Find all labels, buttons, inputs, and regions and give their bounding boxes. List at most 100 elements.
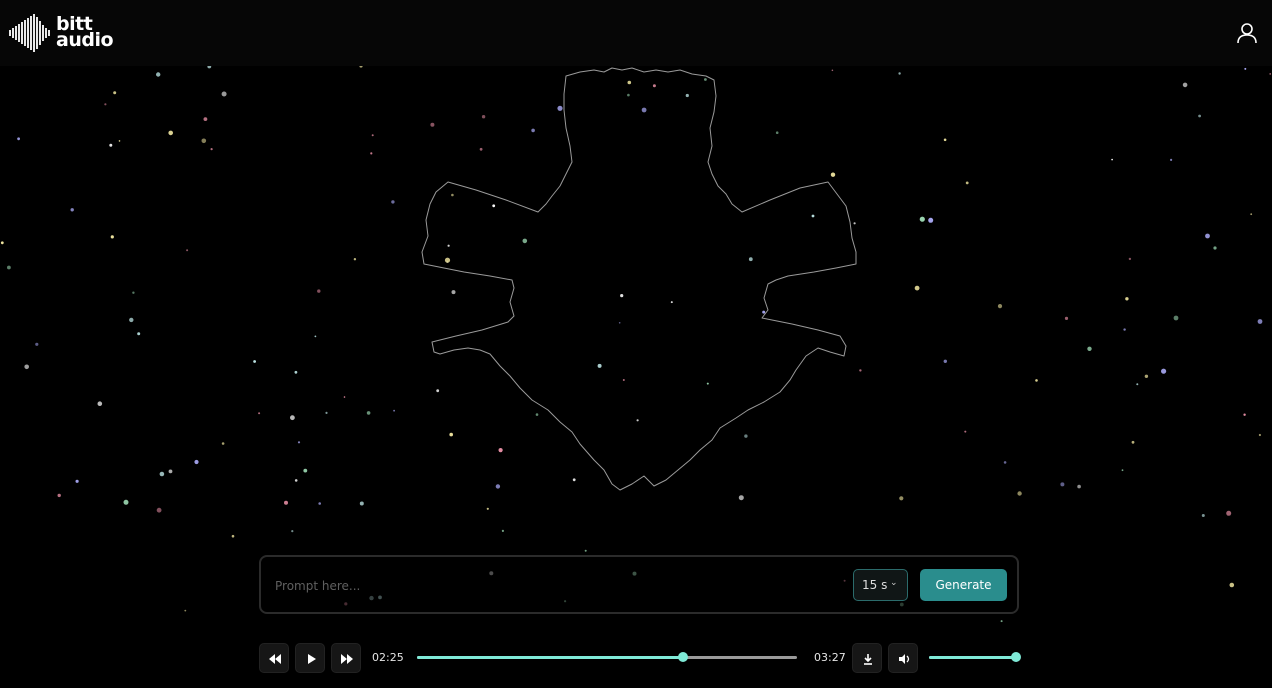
particle-dot <box>557 105 563 111</box>
particle-dot <box>1003 461 1007 464</box>
particle-dot <box>159 471 165 477</box>
particle-dot <box>501 529 504 532</box>
particle-dot <box>584 549 587 552</box>
particle-dot <box>253 360 256 363</box>
particle-dot <box>113 91 117 95</box>
particle-dot <box>1161 368 1167 374</box>
particle-dot <box>1173 315 1179 321</box>
particle-dot <box>1017 491 1022 496</box>
particle-dot <box>1182 82 1188 88</box>
prompt-panel: 15 s ⌄ Generate <box>259 555 1019 614</box>
particle-dot <box>627 80 632 85</box>
rewind-button[interactable] <box>259 643 289 673</box>
particle-dot <box>104 103 107 106</box>
particle-dot <box>1229 582 1235 588</box>
particle-dot <box>203 117 208 121</box>
particle-dot <box>1257 319 1263 324</box>
particle-dot <box>97 401 103 407</box>
volume-fill <box>929 656 1016 659</box>
particle-dot <box>24 364 30 370</box>
particle-dot <box>748 257 753 262</box>
particle-dot <box>830 172 836 177</box>
particle-dot <box>451 193 454 197</box>
particle-dot <box>156 507 162 513</box>
particle-dot <box>831 69 834 72</box>
particle-dot <box>303 468 308 473</box>
duration-select[interactable]: 15 s ⌄ <box>853 569 908 601</box>
chevron-down-icon: ⌄ <box>890 578 898 588</box>
particle-dot <box>294 479 298 482</box>
particle-dot <box>479 147 483 151</box>
volume-slider[interactable] <box>929 652 1021 662</box>
particle-dot <box>811 214 815 218</box>
particle-dot <box>109 143 113 147</box>
particle-dot <box>57 493 61 498</box>
bitt-audio-logo[interactable]: bitt audio <box>8 12 118 54</box>
particle-dot <box>495 484 501 489</box>
particle-dot <box>762 310 766 314</box>
particle-dot <box>928 217 934 223</box>
particle-dot <box>1111 158 1113 161</box>
particle-dot <box>486 507 489 510</box>
fast-forward-button[interactable] <box>331 643 361 673</box>
particle-dot <box>1136 383 1139 386</box>
particle-dot <box>641 107 647 113</box>
particle-dot <box>1064 316 1069 320</box>
particle-dot <box>1144 374 1149 378</box>
particle-dot <box>297 441 301 444</box>
progress-thumb[interactable] <box>678 652 688 662</box>
particle-dot <box>359 66 363 68</box>
user-icon[interactable] <box>1236 22 1258 44</box>
particle-dot <box>436 389 440 393</box>
particle-dot <box>1128 257 1132 261</box>
progress-slider[interactable] <box>417 652 797 662</box>
particle-dot <box>194 459 199 465</box>
particle-dot <box>393 409 395 412</box>
volume-thumb[interactable] <box>1011 652 1021 662</box>
prompt-input[interactable] <box>273 571 837 601</box>
particle-dot <box>447 244 450 247</box>
particle-dot <box>129 317 134 323</box>
particle-dot <box>317 289 321 293</box>
particle-dot <box>168 469 173 474</box>
particle-dot <box>775 131 779 134</box>
particle-dot <box>430 122 435 127</box>
particle-dot <box>1201 514 1205 517</box>
particle-dot <box>1205 233 1210 239</box>
particle-dot <box>965 181 969 185</box>
particle-dot <box>201 138 207 144</box>
particle-dot <box>1131 440 1135 444</box>
particle-dot <box>859 369 862 372</box>
particle-dot <box>1170 158 1173 161</box>
particle-dot <box>444 257 451 263</box>
particle-dot <box>853 222 856 225</box>
particle-dot <box>498 448 503 453</box>
particle-dot <box>371 134 374 137</box>
progress-fill <box>417 656 683 659</box>
particle-dot <box>535 413 539 416</box>
particle-dot <box>627 93 630 97</box>
generate-button[interactable]: Generate <box>920 569 1007 601</box>
fast-forward-icon <box>341 654 353 664</box>
play-icon <box>308 654 316 664</box>
particle-dot <box>597 363 602 368</box>
particle-dot <box>221 91 227 97</box>
download-button[interactable] <box>852 643 882 673</box>
particle-dot <box>1213 246 1217 250</box>
particle-dot <box>572 478 576 482</box>
particle-dot <box>207 66 212 69</box>
particle-dot <box>685 93 689 98</box>
particle-dot <box>35 342 39 346</box>
particle-dot <box>258 412 261 415</box>
speaker-icon <box>899 654 910 664</box>
particle-dot <box>1087 346 1092 351</box>
particle-dot <box>898 72 901 75</box>
particle-dot <box>1077 484 1081 489</box>
particle-dot <box>481 115 486 119</box>
particle-dot <box>318 502 322 505</box>
particle-dot <box>706 382 709 385</box>
waveform-logo-icon <box>9 14 50 52</box>
play-button[interactable] <box>295 643 325 673</box>
volume-button[interactable] <box>888 643 918 673</box>
particle-dot <box>70 208 74 212</box>
